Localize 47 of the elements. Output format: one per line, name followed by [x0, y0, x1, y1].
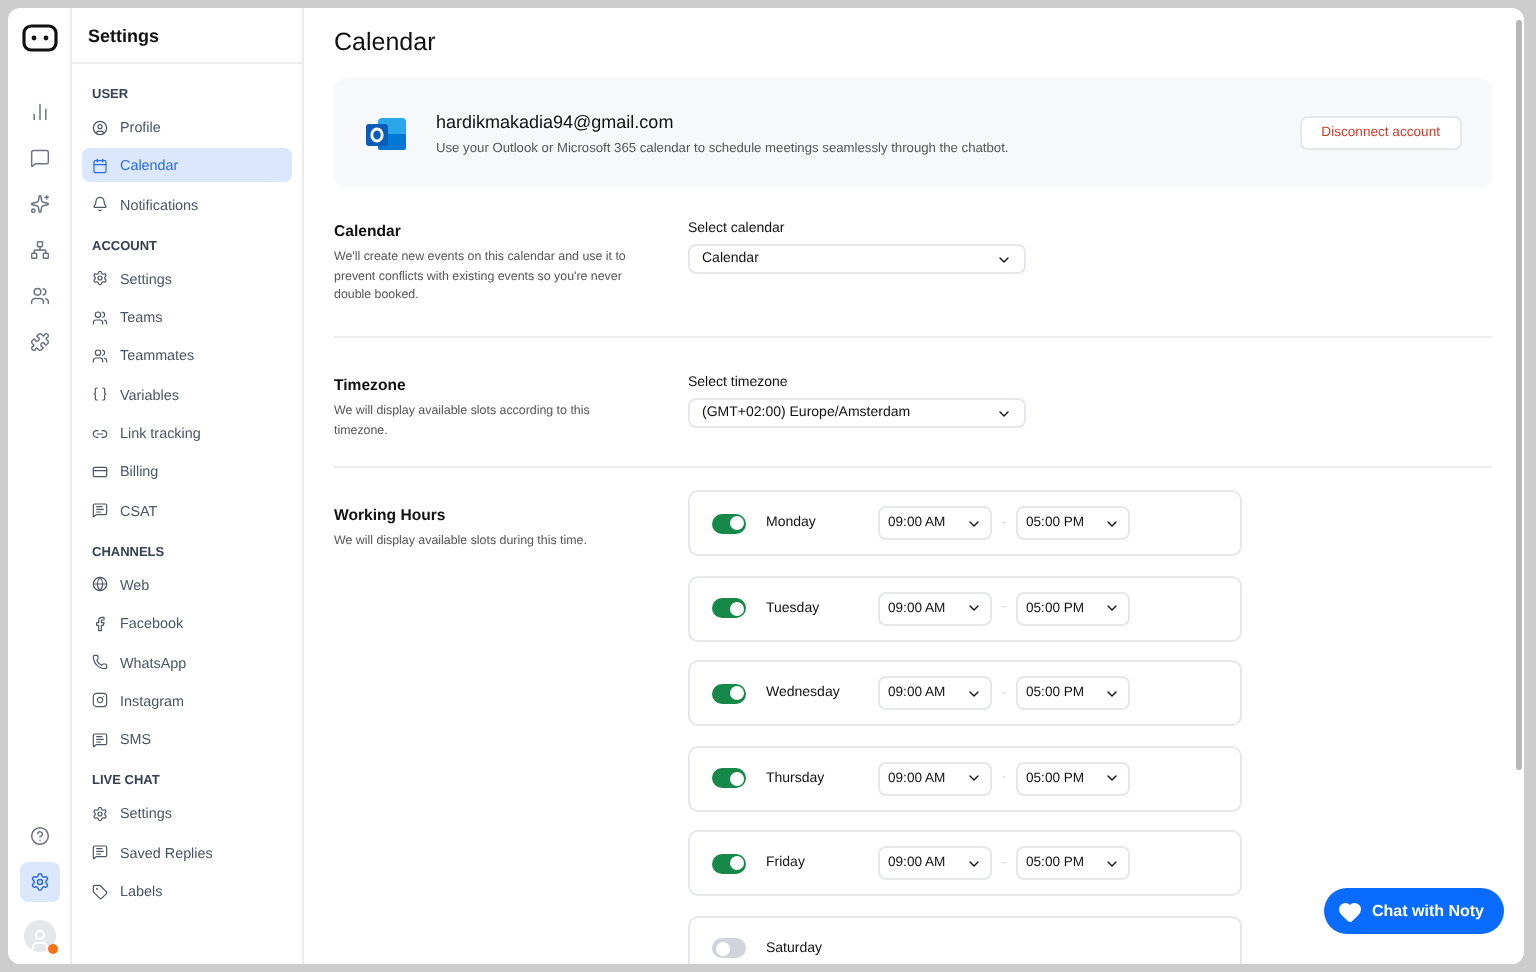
toggle-switch[interactable]: [712, 853, 746, 873]
chat-icon: [29, 147, 49, 167]
users-icon: [92, 347, 108, 364]
calendar-icon: [92, 157, 108, 174]
globe-icon: [92, 576, 108, 593]
toggle-switch[interactable]: [712, 768, 746, 788]
users-icon: [29, 285, 49, 305]
bell-icon: [92, 196, 108, 213]
chevron-down-icon: [966, 770, 982, 786]
settings-icon: [29, 871, 49, 891]
account-email: hardikmakadia94@gmail.com: [436, 111, 676, 131]
chevron-down-icon: [1104, 770, 1120, 786]
bar-chart-icon: [29, 101, 49, 121]
facebook-icon: [92, 615, 108, 632]
logo-icon: [21, 24, 57, 52]
braces-icon: [92, 386, 108, 403]
toggle-switch[interactable]: [712, 513, 746, 533]
phone-icon: [92, 654, 108, 671]
users-icon: [92, 309, 108, 326]
rail-button[interactable]: [19, 861, 59, 901]
message-icon: [92, 731, 108, 748]
help-icon: [29, 825, 49, 845]
instagram-icon: [92, 692, 108, 709]
chevron-down-icon: [966, 600, 982, 616]
chat-button[interactable]: Chat with Noty: [1324, 888, 1504, 934]
user-icon: [27, 928, 51, 952]
card-icon: [92, 463, 108, 480]
puzzle-icon: [29, 331, 49, 351]
sparkles-icon: [29, 193, 49, 213]
toggle-switch[interactable]: [712, 938, 746, 958]
link-icon: [92, 425, 108, 442]
page-title: Calendar: [334, 28, 438, 56]
message-icon: [92, 844, 108, 861]
user-circle-icon: [92, 119, 108, 135]
settings-icon: [92, 805, 108, 822]
message-icon: [92, 502, 108, 519]
outlook-logo-icon: [364, 113, 408, 153]
heart-icon: [1338, 899, 1362, 923]
toggle-switch[interactable]: [712, 683, 746, 703]
tag-icon: [92, 883, 108, 900]
avatar[interactable]: [23, 920, 55, 952]
scrollbar[interactable]: [1516, 20, 1522, 770]
network-icon: [29, 239, 49, 259]
toggle-switch[interactable]: [712, 598, 746, 618]
chevron-down-icon: [1104, 600, 1120, 616]
settings-icon: [92, 270, 108, 287]
sidebar-title: Settings: [72, 8, 302, 64]
